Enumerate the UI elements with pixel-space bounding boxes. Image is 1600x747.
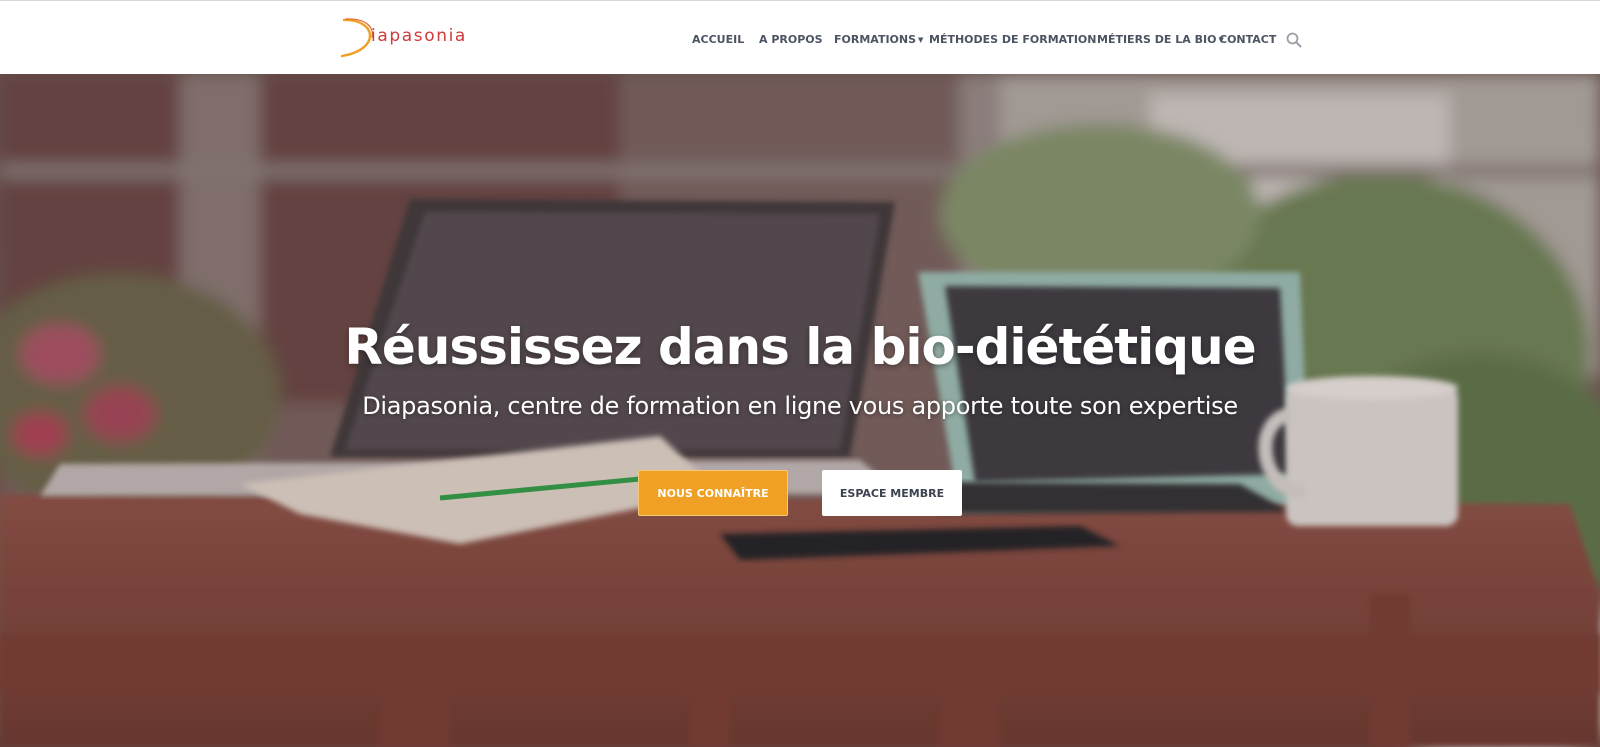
caret-down-icon: ▼ [918,36,924,44]
nav-item-accueil[interactable]: ACCUEIL [692,33,744,46]
nav-item-label: MÉTIERS DE LA BIO [1097,33,1217,46]
nav-item-label: MÉTHODES DE FORMATION [929,33,1097,46]
nav-item-label: FORMATIONS [834,33,917,46]
nav-item-methodes-de-formation[interactable]: MÉTHODES DE FORMATION [929,33,1097,46]
nav-item-label: ACCUEIL [692,33,745,46]
hero-title: Réussissez dans la bio-diététique [344,318,1256,376]
search-icon[interactable] [1286,32,1302,48]
nav-item-label: CONTACT [1219,33,1277,46]
hero-section: Réussissez dans la bio-diététique Diapas… [0,74,1600,747]
main-nav: ACCUEIL A PROPOS FORMATIONS ▼ MÉTHODES DE… [0,33,1600,49]
nav-item-contact[interactable]: CONTACT [1219,33,1276,46]
nav-item-label: A PROPOS [759,33,823,46]
nav-item-metiers-de-la-bio[interactable]: MÉTIERS DE LA BIO ▼ [1097,33,1224,46]
nav-item-a-propos[interactable]: A PROPOS [759,33,823,46]
site-header: iapasonia ACCUEIL A PROPOS FORMATIONS ▼ M… [0,0,1600,74]
nous-connaitre-button[interactable]: NOUS CONNAÎTRE [638,470,788,516]
hero-subtitle: Diapasonia, centre de formation en ligne… [362,392,1238,420]
nav-item-formations[interactable]: FORMATIONS ▼ [834,33,923,46]
espace-membre-button[interactable]: ESPACE MEMBRE [822,470,962,516]
